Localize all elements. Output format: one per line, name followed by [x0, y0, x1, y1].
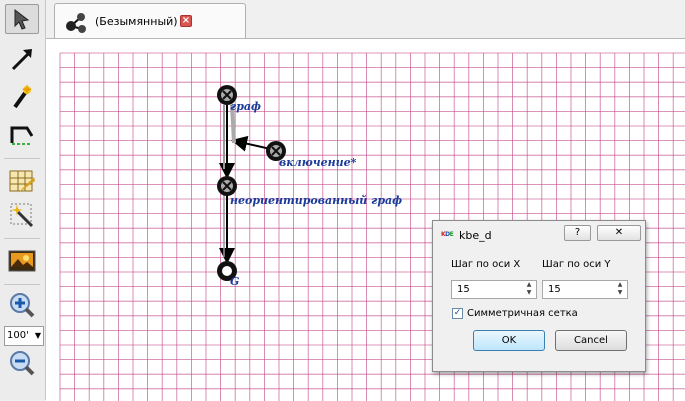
x-step-label: Шаг по оси X [451, 259, 521, 270]
checkmark-icon: ✓ [453, 308, 462, 318]
zoom-in-button[interactable] [5, 290, 39, 320]
node-label-graph: граф [230, 100, 261, 113]
edge-tool-button[interactable] [5, 120, 39, 150]
spin-down-icon[interactable]: ▼ [523, 289, 535, 297]
arrow-tool-button[interactable] [5, 44, 39, 74]
left-toolbar: 100' ▼ [0, 0, 46, 400]
spin-up-icon[interactable]: ▲ [614, 281, 626, 289]
cancel-button[interactable]: Cancel [555, 330, 627, 351]
arrow-icon [11, 49, 32, 71]
node-label-g: G [230, 275, 240, 288]
edge-tool-icon [10, 126, 34, 145]
node-label-inclusion: включение* [279, 156, 357, 169]
tab-close-button[interactable]: × [180, 15, 192, 27]
y-step-label: Шаг по оси Y [542, 259, 611, 270]
zoom-level-value: 100' [7, 330, 29, 341]
graph-document-icon [66, 13, 86, 33]
background-image-button[interactable] [5, 246, 39, 276]
x-step-spinbox[interactable]: 15 ▲ ▼ [451, 280, 537, 299]
dialog-close-button[interactable]: ✕ [597, 225, 641, 241]
magic-select-button[interactable] [5, 200, 39, 230]
help-icon: ? [574, 227, 581, 238]
chevron-down-icon: ▼ [34, 331, 41, 340]
tab-bar: (Безымянный) × [46, 0, 685, 39]
y-step-spinbox[interactable]: 15 ▲ ▼ [542, 280, 628, 299]
spin-up-icon[interactable]: ▲ [523, 281, 535, 289]
close-icon: ✕ [614, 227, 624, 238]
magic-select-icon [10, 203, 34, 228]
grid-settings-icon [9, 170, 35, 193]
symmetric-grid-checkbox[interactable]: ✓ [452, 308, 463, 319]
node-label-undirected-graph: неориентированный граф [230, 194, 403, 207]
image-icon [8, 250, 36, 272]
dialog-title: kbe_d [459, 229, 492, 242]
zoom-in-icon [10, 293, 35, 318]
magic-wand-button[interactable] [5, 82, 39, 112]
close-icon: × [181, 15, 191, 26]
pointer-icon [14, 8, 30, 30]
symmetric-grid-label: Симметричная сетка [467, 308, 578, 319]
y-step-value: 15 [548, 284, 561, 295]
spin-down-icon[interactable]: ▼ [614, 289, 626, 297]
tab-untitled[interactable]: (Безымянный) × [54, 3, 246, 39]
ok-button[interactable]: OK [473, 330, 545, 351]
kde-logo-icon: KDE [441, 231, 454, 238]
grid-settings-button[interactable] [5, 166, 39, 196]
magic-wand-icon [13, 84, 32, 109]
zoom-level-select[interactable]: 100' ▼ [4, 326, 44, 346]
tab-label: (Безымянный) [95, 15, 178, 28]
zoom-out-button[interactable] [5, 348, 39, 378]
pointer-tool-button[interactable] [5, 4, 39, 34]
help-button[interactable]: ? [564, 225, 591, 241]
zoom-out-icon [10, 351, 35, 376]
x-step-value: 15 [457, 284, 470, 295]
